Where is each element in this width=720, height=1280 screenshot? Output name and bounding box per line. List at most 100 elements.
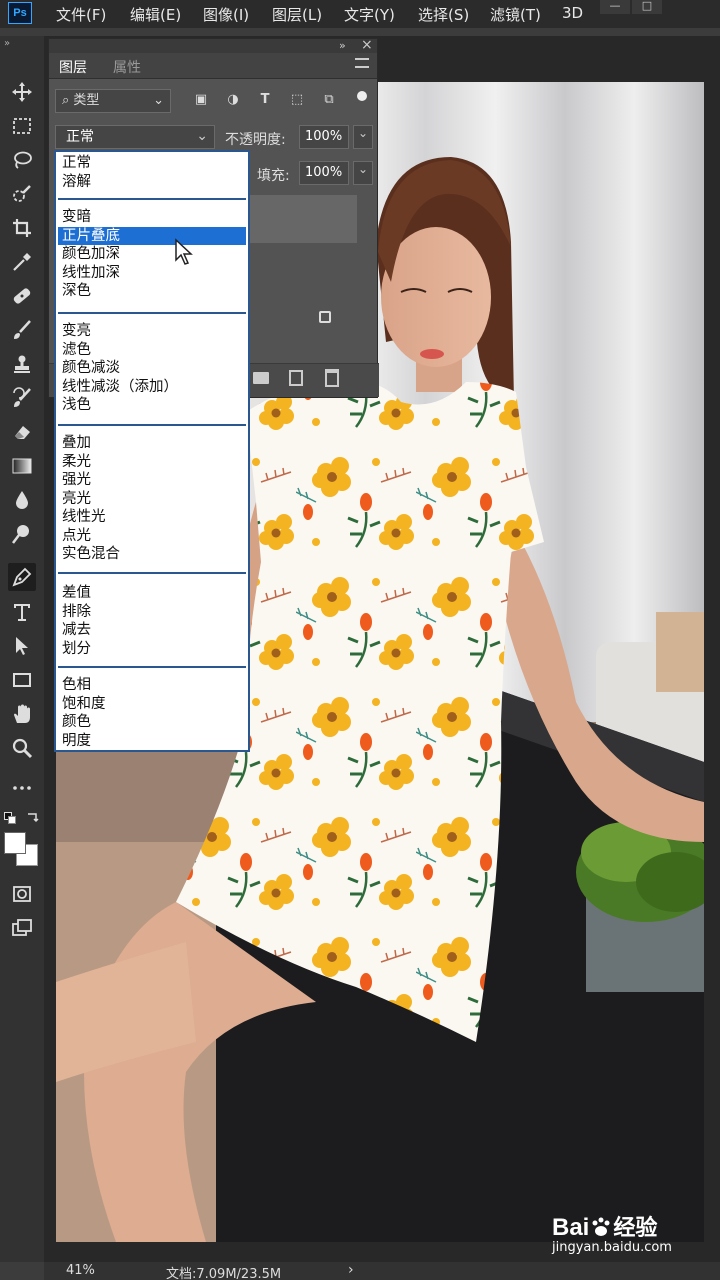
gradient-icon[interactable]: [8, 452, 36, 480]
menu-edit[interactable]: 编辑(E): [130, 4, 181, 25]
blend-option[interactable]: 柔光: [58, 453, 246, 472]
dodge-icon[interactable]: [8, 520, 36, 548]
screen-mode-icon[interactable]: [8, 914, 36, 942]
fill-input[interactable]: 100%: [299, 161, 349, 185]
blend-option[interactable]: 变亮: [58, 322, 246, 341]
blend-option[interactable]: 线性减淡（添加）: [58, 378, 246, 397]
collapse-panel-icon[interactable]: »: [339, 39, 346, 52]
hand-icon[interactable]: [8, 700, 36, 728]
blend-option[interactable]: 溶解: [58, 173, 246, 192]
filter-toggle-icon[interactable]: [357, 89, 367, 113]
tab-layers[interactable]: 图层: [59, 57, 87, 77]
pen-icon[interactable]: [8, 563, 36, 591]
expand-toolbar-icon[interactable]: »: [4, 38, 10, 49]
chevron-down-icon: ⌄: [153, 93, 164, 108]
quick-mask-icon[interactable]: [8, 880, 36, 908]
minimize-button[interactable]: —: [600, 0, 630, 14]
marquee-icon[interactable]: [8, 112, 36, 140]
opacity-slider-button[interactable]: ⌄: [353, 125, 373, 149]
swap-colors-icon[interactable]: [2, 810, 42, 828]
healing-icon[interactable]: [8, 282, 36, 310]
blend-option[interactable]: 线性加深: [58, 264, 246, 283]
blend-option[interactable]: 差值: [58, 584, 246, 603]
baidu-watermark: Bai 经验 jingyan.baidu.com: [552, 1210, 672, 1255]
rectangle-icon[interactable]: [8, 666, 36, 694]
blend-option[interactable]: 划分: [58, 640, 246, 659]
blend-option[interactable]: 变暗: [58, 208, 246, 227]
layer-row-selected[interactable]: [249, 195, 357, 243]
blend-option[interactable]: 强光: [58, 471, 246, 490]
maximize-button[interactable]: □: [632, 0, 662, 14]
quick-select-icon[interactable]: [8, 180, 36, 208]
more-icon[interactable]: [8, 774, 36, 802]
blend-option[interactable]: 亮光: [58, 490, 246, 509]
stamp-icon[interactable]: [8, 350, 36, 378]
new-group-icon[interactable]: [253, 372, 269, 384]
shape-filter-icon[interactable]: ⬚: [287, 92, 307, 110]
blend-option[interactable]: 颜色减淡: [58, 359, 246, 378]
photoshop-logo: Ps: [8, 2, 32, 24]
blur-icon[interactable]: [8, 486, 36, 514]
new-layer-icon[interactable]: [289, 370, 303, 386]
blend-option[interactable]: 色相: [58, 676, 246, 695]
layer-row-background[interactable]: [249, 299, 357, 343]
menu-3d[interactable]: 3D: [562, 4, 583, 22]
cursor-icon: [175, 238, 193, 265]
watermark-brand: Bai: [552, 1214, 590, 1241]
lasso-icon[interactable]: [8, 146, 36, 174]
trash-icon[interactable]: [325, 369, 339, 387]
menu-type[interactable]: 文字(Y): [344, 4, 395, 25]
panel-menu-icon[interactable]: [355, 58, 369, 68]
blend-option[interactable]: 点光: [58, 527, 246, 546]
filter-kind-select[interactable]: ⌕ 类型 ⌄: [55, 89, 171, 113]
crop-icon[interactable]: [8, 214, 36, 242]
fill-slider-button[interactable]: ⌄: [353, 161, 373, 185]
type-filter-icon[interactable]: T: [255, 92, 275, 110]
blend-option[interactable]: 正常: [58, 154, 246, 173]
blend-option[interactable]: 叠加: [58, 434, 246, 453]
eraser-icon[interactable]: [8, 418, 36, 446]
image-filter-icon[interactable]: ▣: [191, 92, 211, 110]
tab-properties[interactable]: 属性: [113, 57, 141, 77]
close-panel-icon[interactable]: ×: [361, 37, 373, 53]
blend-option[interactable]: 深色: [58, 282, 246, 301]
blend-option[interactable]: 线性光: [58, 508, 246, 527]
blend-option[interactable]: 排除: [58, 603, 246, 622]
adjustment-filter-icon[interactable]: ◑: [223, 92, 243, 110]
status-menu-arrow[interactable]: ›: [348, 1262, 354, 1278]
opacity-input[interactable]: 100%: [299, 125, 349, 149]
color-swatches-icon[interactable]: [4, 832, 40, 868]
blend-option[interactable]: 滤色: [58, 341, 246, 360]
blend-option[interactable]: 浅色: [58, 396, 246, 415]
menu-select[interactable]: 选择(S): [418, 4, 469, 25]
move-icon[interactable]: [8, 78, 36, 106]
path-select-icon[interactable]: [8, 632, 36, 660]
smart-object-filter-icon[interactable]: ⧉: [319, 92, 339, 110]
panel-titlebar[interactable]: » ×: [49, 37, 377, 53]
blend-option[interactable]: 颜色: [58, 713, 246, 732]
watermark-url: jingyan.baidu.com: [552, 1240, 672, 1255]
menu-file[interactable]: 文件(F): [56, 4, 106, 25]
blend-option[interactable]: 实色混合: [58, 545, 246, 564]
blend-option[interactable]: 饱和度: [58, 695, 246, 714]
blend-option-selected[interactable]: 正片叠底: [58, 226, 246, 245]
blend-mode-select[interactable]: 正常 ⌄: [55, 125, 215, 149]
blend-option[interactable]: 减去: [58, 621, 246, 640]
menu-layer[interactable]: 图层(L): [272, 4, 322, 25]
blend-option[interactable]: 颜色加深: [58, 245, 246, 264]
zoom-icon[interactable]: [8, 734, 36, 762]
brush-icon[interactable]: [8, 316, 36, 344]
fill-label: 填充:: [257, 168, 290, 184]
blend-group-component: 色相 饱和度 颜色 明度: [58, 670, 246, 750]
type-icon[interactable]: [8, 598, 36, 626]
eyedropper-icon[interactable]: [8, 248, 36, 276]
panel-tabs: 图层 属性: [49, 53, 377, 79]
chevron-down-icon: ⌄: [358, 162, 369, 176]
zoom-level[interactable]: 41%: [66, 1263, 95, 1278]
menu-filter[interactable]: 滤镜(T): [490, 4, 541, 25]
blend-group-normal: 正常 溶解: [58, 152, 246, 200]
menu-image[interactable]: 图像(I): [203, 4, 249, 25]
history-brush-icon[interactable]: [8, 384, 36, 412]
blend-option[interactable]: 明度: [58, 732, 246, 751]
blend-group-contrast: 叠加 柔光 强光 亮光 线性光 点光 实色混合: [58, 428, 246, 574]
